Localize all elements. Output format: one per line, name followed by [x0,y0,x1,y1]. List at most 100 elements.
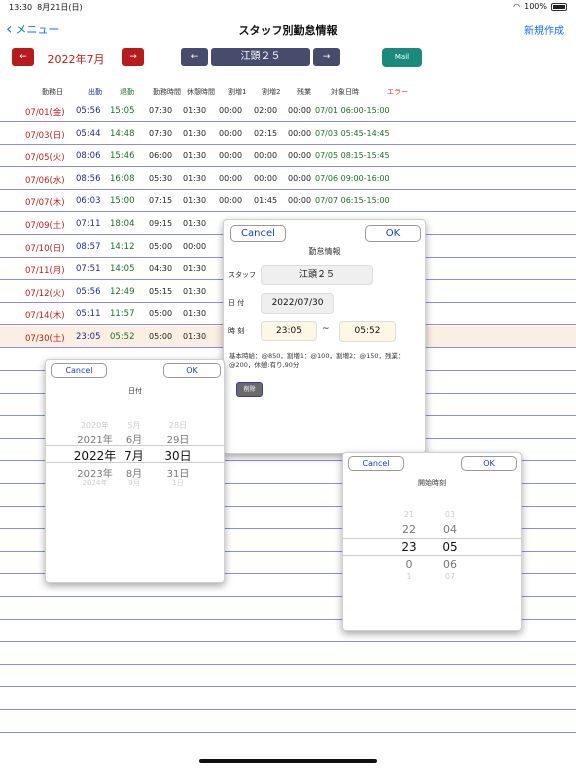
cell-out: 14:12 [110,242,135,252]
cell-work: 09:15 [149,219,173,228]
cell-range: 07/01 06:00-15:00 [315,106,390,115]
time-picker-panel: Cancel OK 開始時刻 21 22 23 0 1 03 04 05 06 … [342,452,522,631]
home-indicator [199,759,377,763]
selected-month: 7月 [124,449,144,463]
date-field[interactable]: 2022/07/30 [261,293,334,314]
cell-work: 07:30 [149,129,173,138]
cell-rest: 01:30 [183,129,207,138]
cell-rest: 01:30 [183,264,207,273]
cell-range: 07/06 09:00-16:00 [315,174,390,183]
delete-button[interactable]: 削除 [236,382,263,397]
row-divider [0,664,576,665]
time-ok-button[interactable]: OK [461,456,517,471]
cell-date: 07/11(月) [25,266,65,276]
staff-field[interactable]: 江頭２５ [261,265,373,285]
cell-ot: 00:00 [288,106,312,115]
cell-in: 05:56 [76,287,101,297]
table-row[interactable]: 07/05(火) 08:06 15:46 06:00 01:30 00:00 00:00 00… [0,145,576,167]
cell-in: 08:06 [76,151,101,161]
cell-p2: 02:15 [254,129,278,138]
cell-p2: 02:00 [254,106,278,115]
cell-date: 07/30(土) [25,334,65,344]
cell-p1: 00:00 [219,106,243,115]
cell-date: 07/01(金) [25,108,65,118]
cell-out: 14:05 [110,264,135,274]
cell-out: 15:05 [110,106,135,116]
cell-p2: 00:00 [254,151,278,160]
date-ok-button[interactable]: OK [163,363,221,378]
cell-date: 07/03(日) [25,131,65,141]
cell-work: 05:00 [149,309,173,318]
cell-p1: 00:00 [219,129,243,138]
cell-rest: 01:30 [183,332,207,341]
wage-info: 基本時給：@850，割増1：@100，割増2：@150，残業：@200，休憩:有… [229,352,405,369]
next-staff-button[interactable]: → [313,48,340,66]
cell-in: 05:11 [76,309,101,319]
page-title: スタッフ別勤怠情報 [238,24,338,37]
cell-in: 05:44 [76,129,101,139]
status-bar: 13:30 8月21日(日) ◠ 100% [0,0,576,14]
attendance-dialog: Cancel OK 勤怠情報 スタッフ 江頭２５ 日 付 2022/07/30 … [223,219,426,454]
cell-work: 06:00 [149,151,173,160]
cell-date: 07/12(火) [25,289,65,299]
cell-rest: 00:00 [183,242,207,251]
dialog-cancel-button[interactable]: Cancel [230,225,286,242]
cell-out: 14:48 [110,129,135,139]
header-out: 退勤 [120,88,134,96]
selected-minute: 05 [442,540,458,554]
prev-staff-button[interactable]: ← [181,48,208,66]
mail-button[interactable]: Mail [382,48,422,67]
cell-rest: 01:30 [183,106,207,115]
cell-rest: 01:30 [183,219,207,228]
selected-year: 2022年 [73,449,117,463]
cell-ot: 00:00 [288,129,312,138]
cell-in: 07:51 [76,264,101,274]
date-picker-title: 日付 [128,387,142,395]
dialog-ok-button[interactable]: OK [365,225,421,242]
time-picker-title: 開始時刻 [418,479,446,487]
header-range: 対象日時 [331,88,359,96]
status-right: ◠ 100% [513,2,567,11]
wifi-icon: ◠ [513,2,521,11]
cell-out: 05:52 [110,332,135,342]
table-row[interactable]: 07/03(日) 05:44 14:48 07:30 01:30 00:00 02:15 00… [0,123,576,145]
time-cancel-button[interactable]: Cancel [348,456,404,471]
cell-p1: 00:00 [219,196,243,205]
cell-range: 07/05 08:15-15:45 [315,151,390,160]
header-in: 出勤 [88,88,102,96]
date-cancel-button[interactable]: Cancel [51,363,107,378]
cell-work: 05:15 [149,287,173,296]
new-button[interactable]: 新規作成 [524,22,564,37]
cell-out: 15:00 [110,196,135,206]
cell-p2: 01:45 [254,196,278,205]
row-divider [0,709,576,710]
cell-out: 12:49 [110,287,135,297]
selected-day: 30日 [164,449,192,463]
cell-date: 07/07(木) [25,198,65,208]
cell-date: 07/14(木) [25,311,65,321]
cell-work: 05:00 [149,332,173,341]
staff-name-label: 江頭２５ [211,48,310,66]
cell-rest: 01:30 [183,287,207,296]
end-time-field[interactable]: 05:52 [339,321,396,342]
next-month-button[interactable]: → [122,48,144,66]
cell-in: 08:56 [76,174,101,184]
table-row[interactable]: 07/07(木) 06:03 15:00 07:15 01:30 00:00 01:45 00… [0,190,576,212]
row-divider [0,686,576,687]
cell-work: 07:30 [149,106,173,115]
header-premium2: 割増2 [262,88,281,96]
time-separator: ~ [322,324,330,334]
table-row[interactable]: 07/06(水) 08:56 16:08 05:30 01:30 00:00 00:00 00… [0,168,576,190]
dialog-title: 勤怠情報 [308,247,341,256]
table-row[interactable]: 07/01(金) 05:56 15:05 07:30 01:30 00:00 02:00 00… [0,100,576,122]
header-premium1: 割増1 [228,88,247,96]
cell-p2: 00:00 [254,174,278,183]
cell-in: 07:11 [76,219,101,229]
prev-month-button[interactable]: ← [12,48,34,66]
header-error: エラー [387,88,408,96]
staff-label: スタッフ [228,271,256,279]
header-overtime: 残業 [297,88,311,96]
start-time-field[interactable]: 23:05 [261,321,317,341]
date-label: 日 付 [228,299,245,307]
cell-date: 07/10(日) [25,244,65,254]
